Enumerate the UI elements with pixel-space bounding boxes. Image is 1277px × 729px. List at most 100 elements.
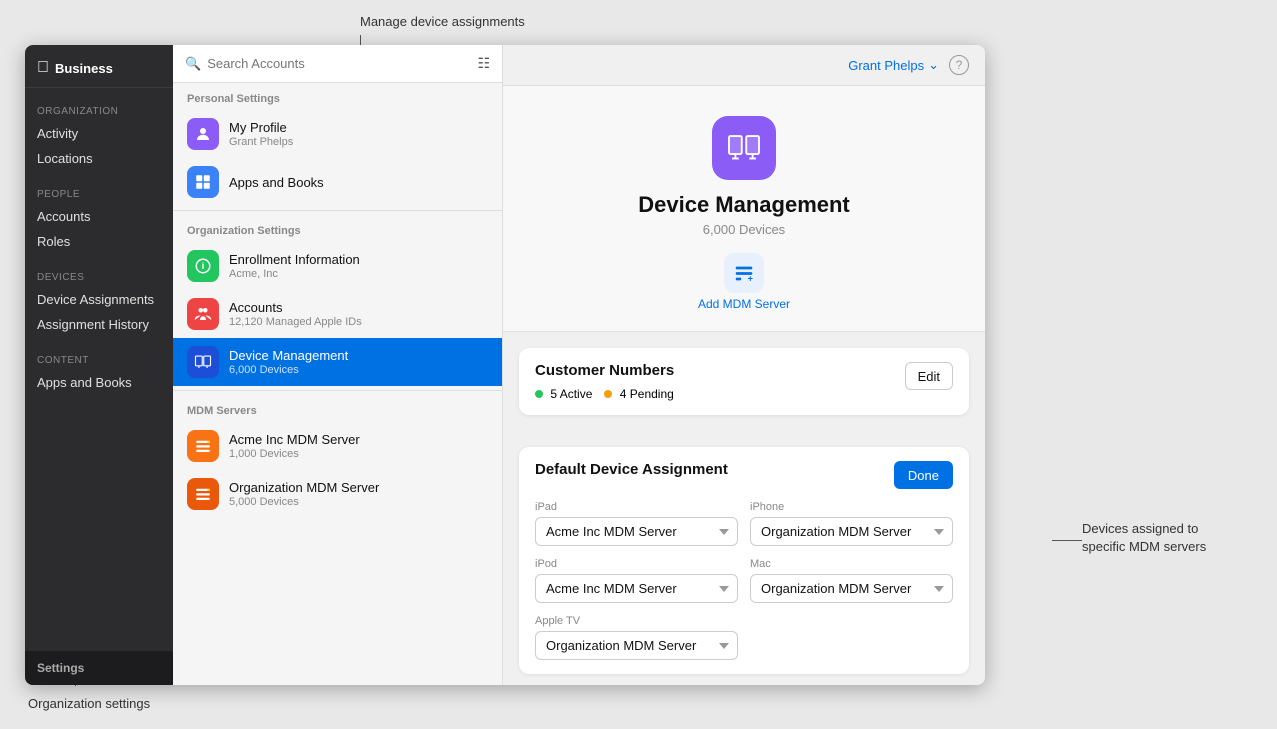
acme-mdm-icon [187, 430, 219, 462]
ipad-label: iPad [535, 501, 738, 513]
sidebar-section-content: Content Apps and Books [25, 343, 173, 395]
org-mdm-text: Organization MDM Server 5,000 Devices [229, 480, 488, 508]
middle-panel: 🔍 ☷ Personal Settings My Profile Grant P… [173, 45, 503, 685]
org-mdm-icon [187, 478, 219, 510]
apple-icon:  [37, 59, 49, 77]
accounts-icon [187, 298, 219, 330]
hero-section: Device Management 6,000 Devices + Add MD… [503, 86, 985, 332]
status-row: 5 Active 4 Pending [535, 387, 674, 401]
pending-dot [604, 390, 612, 398]
sidebar-label-people: People [25, 177, 173, 204]
edit-button[interactable]: Edit [905, 362, 953, 390]
sidebar-item-apps-and-books[interactable]: Apps and Books [25, 370, 173, 395]
customer-numbers-title: Customer Numbers [535, 362, 674, 379]
iphone-field: iPhone Organization MDM Server [750, 501, 953, 546]
device-management-sub: 6,000 Devices [229, 364, 488, 376]
sidebar:  Business Organization Activity Locatio… [25, 45, 173, 685]
customer-numbers-left: Customer Numbers 5 Active 4 Pending [535, 362, 674, 401]
search-input[interactable] [207, 56, 471, 71]
enrollment-sub: Acme, Inc [229, 268, 488, 280]
apple-tv-field: Apple TV Organization MDM Server [535, 615, 953, 660]
ipod-label: iPod [535, 558, 738, 570]
sidebar-item-assignment-history[interactable]: Assignment History [25, 312, 173, 337]
sidebar-item-device-assignments[interactable]: Device Assignments [25, 287, 173, 312]
done-button[interactable]: Done [894, 461, 953, 489]
list-item-accounts-org[interactable]: Accounts 12,120 Managed Apple IDs [173, 290, 502, 338]
sidebar-item-roles[interactable]: Roles [25, 229, 173, 254]
hero-sub: 6,000 Devices [703, 222, 785, 237]
assignment-header-row: Default Device Assignment Done [535, 461, 953, 489]
chevron-down-icon: ⌄ [928, 57, 939, 73]
mdm-servers-header: MDM Servers [173, 395, 502, 422]
ipod-select[interactable]: Acme Inc MDM Server [535, 574, 738, 603]
mac-field: Mac Organization MDM Server [750, 558, 953, 603]
mac-select[interactable]: Organization MDM Server [750, 574, 953, 603]
my-profile-icon [187, 118, 219, 150]
sidebar-section-organization: Organization Activity Locations [25, 94, 173, 171]
org-mdm-sub: 5,000 Devices [229, 496, 488, 508]
enrollment-title: Enrollment Information [229, 252, 488, 267]
search-icon: 🔍 [185, 56, 201, 72]
iphone-select[interactable]: Organization MDM Server [750, 517, 953, 546]
org-mdm-title: Organization MDM Server [229, 480, 488, 495]
accounts-title: Accounts [229, 300, 488, 315]
sidebar-item-accounts[interactable]: Accounts [25, 204, 173, 229]
sidebar-item-activity[interactable]: Activity [25, 121, 173, 146]
user-button[interactable]: Grant Phelps ⌄ [848, 57, 939, 73]
annotation-line-devices [1052, 540, 1082, 541]
pending-label: Pending [630, 387, 674, 401]
iphone-label: iPhone [750, 501, 953, 513]
list-item-enrollment[interactable]: i Enrollment Information Acme, Inc [173, 242, 502, 290]
divider-1 [173, 210, 502, 211]
sidebar-section-devices: Devices Device Assignments Assignment Hi… [25, 260, 173, 337]
my-profile-title: My Profile [229, 120, 488, 135]
acme-mdm-title: Acme Inc MDM Server [229, 432, 488, 447]
apple-tv-inner: Apple TV Organization MDM Server [535, 615, 738, 660]
sidebar-item-locations[interactable]: Locations [25, 146, 173, 171]
ipod-field: iPod Acme Inc MDM Server [535, 558, 738, 603]
customer-numbers-row: Customer Numbers 5 Active 4 Pending [535, 362, 953, 401]
pending-status: 4 Pending [604, 387, 673, 401]
list-item-acme-mdm[interactable]: Acme Inc MDM Server 1,000 Devices [173, 422, 502, 470]
add-mdm-label: Add MDM Server [698, 297, 790, 311]
device-assignment-grid: iPad Acme Inc MDM Server iPhone Organiza… [535, 501, 953, 603]
help-button[interactable]: ? [949, 55, 969, 75]
device-management-icon [187, 346, 219, 378]
sidebar-label-organization: Organization [25, 94, 173, 121]
devices-assigned-annotation: Devices assigned tospecific MDM servers [1082, 520, 1262, 556]
personal-settings-header: Personal Settings [173, 83, 502, 110]
acme-mdm-sub: 1,000 Devices [229, 448, 488, 460]
org-settings-header: Organization Settings [173, 215, 502, 242]
sidebar-logo:  Business [25, 45, 173, 88]
ipad-select[interactable]: Acme Inc MDM Server [535, 517, 738, 546]
manage-device-annotation: Manage device assignments [360, 14, 525, 29]
hero-icon [712, 116, 776, 180]
assignment-title: Default Device Assignment [535, 461, 728, 478]
add-mdm-button[interactable]: + Add MDM Server [698, 253, 790, 311]
sidebar-logo-text: Business [55, 61, 113, 76]
svg-text:i: i [202, 261, 205, 271]
enrollment-text: Enrollment Information Acme, Inc [229, 252, 488, 280]
accounts-sub: 12,120 Managed Apple IDs [229, 316, 488, 328]
active-count: 5 [550, 387, 557, 401]
list-item-apps-books[interactable]: Apps and Books [173, 158, 502, 206]
search-bar: 🔍 ☷ [173, 45, 502, 83]
mac-label: Mac [750, 558, 953, 570]
user-name: Grant Phelps [848, 58, 924, 73]
enrollment-icon: i [187, 250, 219, 282]
apps-books-text: Apps and Books [229, 175, 488, 190]
device-management-text: Device Management 6,000 Devices [229, 348, 488, 376]
accounts-text: Accounts 12,120 Managed Apple IDs [229, 300, 488, 328]
active-dot [535, 390, 543, 398]
org-settings-annotation: Organization settings [28, 696, 150, 711]
filter-icon[interactable]: ☷ [477, 55, 490, 72]
list-item-org-mdm[interactable]: Organization MDM Server 5,000 Devices [173, 470, 502, 518]
list-item-my-profile[interactable]: My Profile Grant Phelps [173, 110, 502, 158]
list-item-device-management[interactable]: Device Management 6,000 Devices [173, 338, 502, 386]
add-mdm-icon: + [724, 253, 764, 293]
acme-mdm-text: Acme Inc MDM Server 1,000 Devices [229, 432, 488, 460]
apple-tv-select[interactable]: Organization MDM Server [535, 631, 738, 660]
sidebar-footer-settings[interactable]: Settings [25, 651, 173, 685]
device-management-title: Device Management [229, 348, 488, 363]
pending-count: 4 [620, 387, 627, 401]
